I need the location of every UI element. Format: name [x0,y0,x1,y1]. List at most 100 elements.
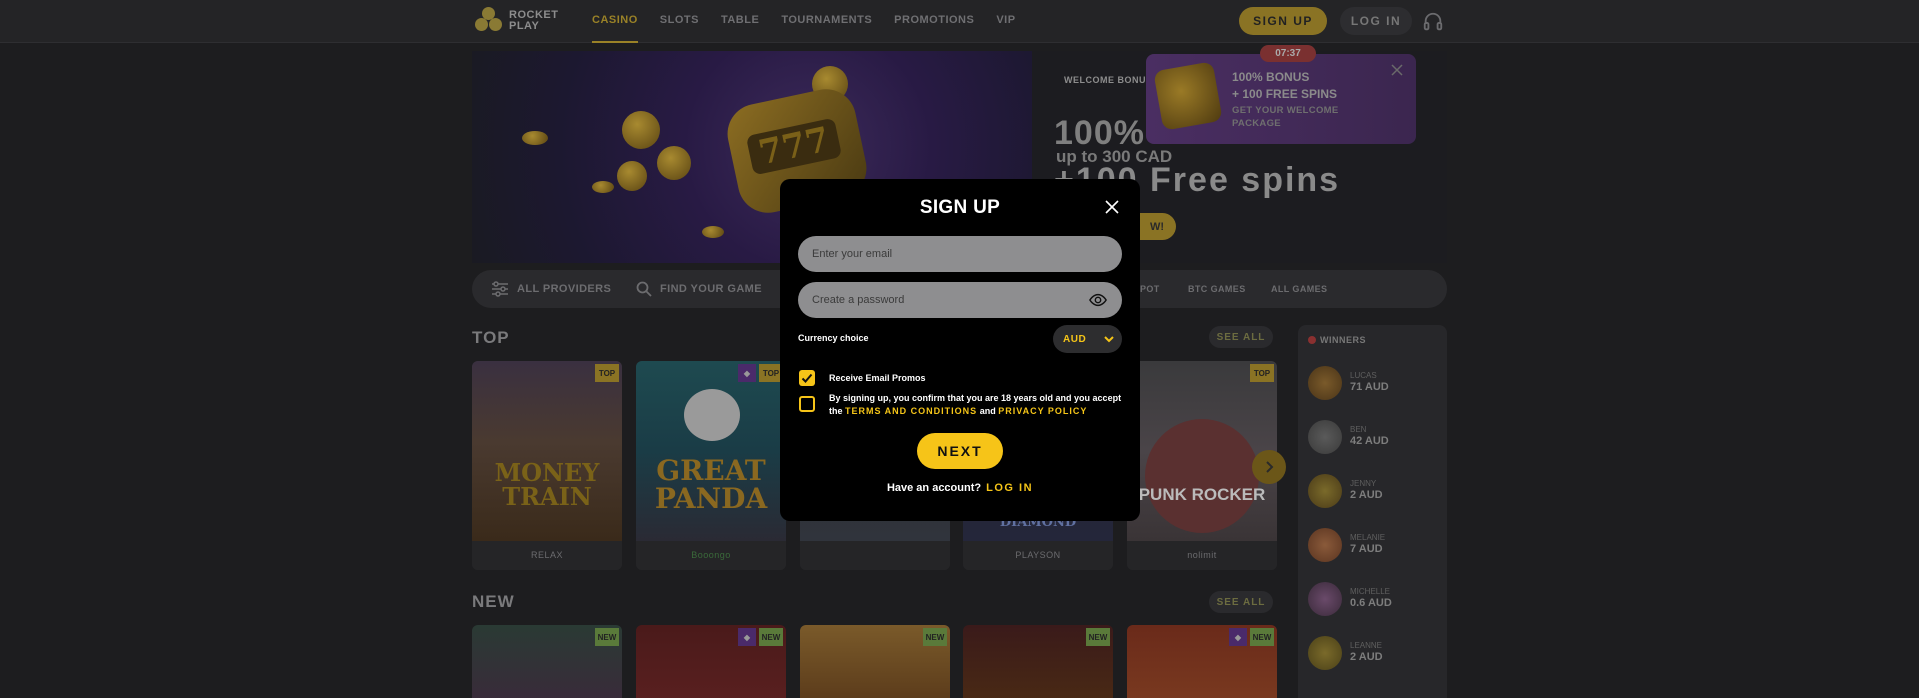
terms-link[interactable]: TERMS AND CONDITIONS [845,406,977,416]
new-game-card-3[interactable]: NEW [800,625,950,698]
gift-icon [1153,61,1223,131]
winner-item[interactable]: BEN 42 AUD [1308,417,1443,457]
headset-icon[interactable] [1422,11,1444,33]
login-link[interactable]: LOG IN [986,482,1033,494]
winner-amount: 42 AUD [1350,435,1389,447]
logo-line-2: PLAY [509,20,540,32]
nav-tournaments[interactable]: TOURNAMENTS [781,0,872,43]
game-title: GREAT PANDA [654,454,768,515]
game-card-great-panda[interactable]: GREAT PANDA ◆ TOP Booongo [636,361,786,570]
logo-text: ROCKET PLAY [509,10,558,32]
terms-and: and [979,406,996,416]
new-game-card-1[interactable]: NEW [472,625,622,698]
coin-2 [592,181,614,193]
game-provider: nolimit [1127,541,1277,570]
have-account-text: Have an account? [886,482,982,494]
header-signup-button[interactable]: SIGN UP [1239,7,1327,35]
winner-item[interactable]: LEANNE 2 AUD [1308,633,1443,673]
next-button[interactable]: NEXT [917,433,1003,469]
winner-item[interactable]: MICHELLE 0.6 AUD [1308,579,1443,619]
section-new-title: NEW [472,592,515,611]
password-input[interactable] [798,282,1122,318]
new-game-card-5[interactable]: ◆ NEW [1127,625,1277,698]
email-promos-label: Receive Email Promos [829,373,926,383]
coin-3 [702,226,724,238]
search-label: FIND YOUR GAME [660,283,762,295]
game-title: PUNK ROCKER [1138,485,1266,504]
eye-icon[interactable] [1089,291,1107,309]
email-promos-checkbox[interactable] [799,370,815,386]
winner-name: MICHELLE [1350,587,1391,596]
new-badge: NEW [923,628,947,646]
close-icon[interactable] [1104,199,1120,215]
winner-name: LUCAS [1350,371,1377,380]
top-badge: TOP [1250,364,1274,382]
all-providers-label: ALL PROVIDERS [517,283,612,295]
winner-amount: 2 AUD [1350,489,1383,501]
header-login-button[interactable]: LOG IN [1340,7,1412,35]
promo-title-1: 100% BONUS [1232,70,1310,84]
see-all-top-button[interactable]: SEE ALL [1209,326,1273,348]
top-header: ROCKET PLAY CASINO SLOTS TABLE TOURNAMEN… [0,0,1919,43]
coin-1 [522,131,548,145]
new-badge: NEW [759,628,783,646]
sliders-icon [492,281,508,297]
live-dot-icon [1308,336,1316,344]
email-input[interactable] [798,236,1122,272]
new-game-card-2[interactable]: ◆ NEW [636,625,786,698]
promo-desc-1: GET YOUR WELCOME [1232,105,1339,116]
winner-name: BEN [1350,425,1367,434]
new-badge: NEW [1250,628,1274,646]
winner-avatar [1308,582,1342,616]
game-art [472,361,622,541]
search-game[interactable]: FIND YOUR GAME [636,270,762,308]
promo-close-icon[interactable] [1391,64,1403,76]
winner-item[interactable]: MELANIE 7 AUD [1308,525,1443,565]
nav-slots[interactable]: SLOTS [660,0,699,43]
club-logo-icon [475,7,503,35]
privacy-link[interactable]: PRIVACY POLICY [998,406,1087,416]
winner-item[interactable]: JENNY 2 AUD [1308,471,1443,511]
new-game-card-4[interactable]: NEW [963,625,1113,698]
promo-timer: 07:37 [1260,45,1316,62]
nav-promotions[interactable]: PROMOTIONS [894,0,974,43]
terms-prefix: By signing up, you confirm that you are … [829,393,1122,403]
winner-name: MELANIE [1350,533,1386,542]
nav-casino[interactable]: CASINO [592,0,638,43]
winner-avatar [1308,366,1342,400]
terms-checkbox[interactable] [799,396,815,412]
winner-item[interactable]: LUCAS 71 AUD [1308,363,1443,403]
punk-emblem [1145,419,1259,533]
slot-window: 777 [745,117,843,176]
promo-title-2: + 100 FREE SPINS [1232,87,1338,101]
nav-vip[interactable]: VIP [996,0,1015,43]
game-provider: PLAYSON [963,541,1113,570]
terms-text: By signing up, you confirm that you are … [829,392,1129,418]
chip-all-games[interactable]: ALL GAMES [1271,280,1327,298]
check-icon [801,373,813,383]
winner-amount: 71 AUD [1350,381,1389,393]
chip-btc-games[interactable]: BTC GAMES [1188,280,1246,298]
new-badge: NEW [1086,628,1110,646]
currency-value: AUD [1063,333,1087,345]
promo-popup[interactable]: 100% BONUS + 100 FREE SPINS GET YOUR WEL… [1146,54,1416,144]
chip-jackpot[interactable]: POT [1140,280,1160,298]
currency-select[interactable]: AUD [1053,325,1122,353]
chevron-down-icon [1104,335,1114,342]
carousel-next-button[interactable] [1252,450,1286,484]
cherry-1 [622,111,660,149]
terms-the: the [829,406,843,416]
winners-panel: WINNERS LUCAS 71 AUD BEN 42 AUD JENNY 2 … [1298,325,1447,698]
logo[interactable]: ROCKET PLAY [475,7,558,35]
game-provider: Booongo [636,541,786,570]
game-card-money-train[interactable]: MONEY TRAIN TOP RELAX [472,361,622,570]
nav-table[interactable]: TABLE [721,0,759,43]
all-providers-filter[interactable]: ALL PROVIDERS [491,270,611,308]
winners-title: WINNERS [1308,335,1366,345]
cherry-3 [617,161,647,191]
signup-modal: SIGN UP Currency choice AUD Receive Emai… [780,179,1140,521]
winners-title-label: WINNERS [1320,335,1366,345]
see-all-new-button[interactable]: SEE ALL [1209,591,1273,613]
winner-name: LEANNE [1350,641,1383,650]
winner-avatar [1308,636,1342,670]
